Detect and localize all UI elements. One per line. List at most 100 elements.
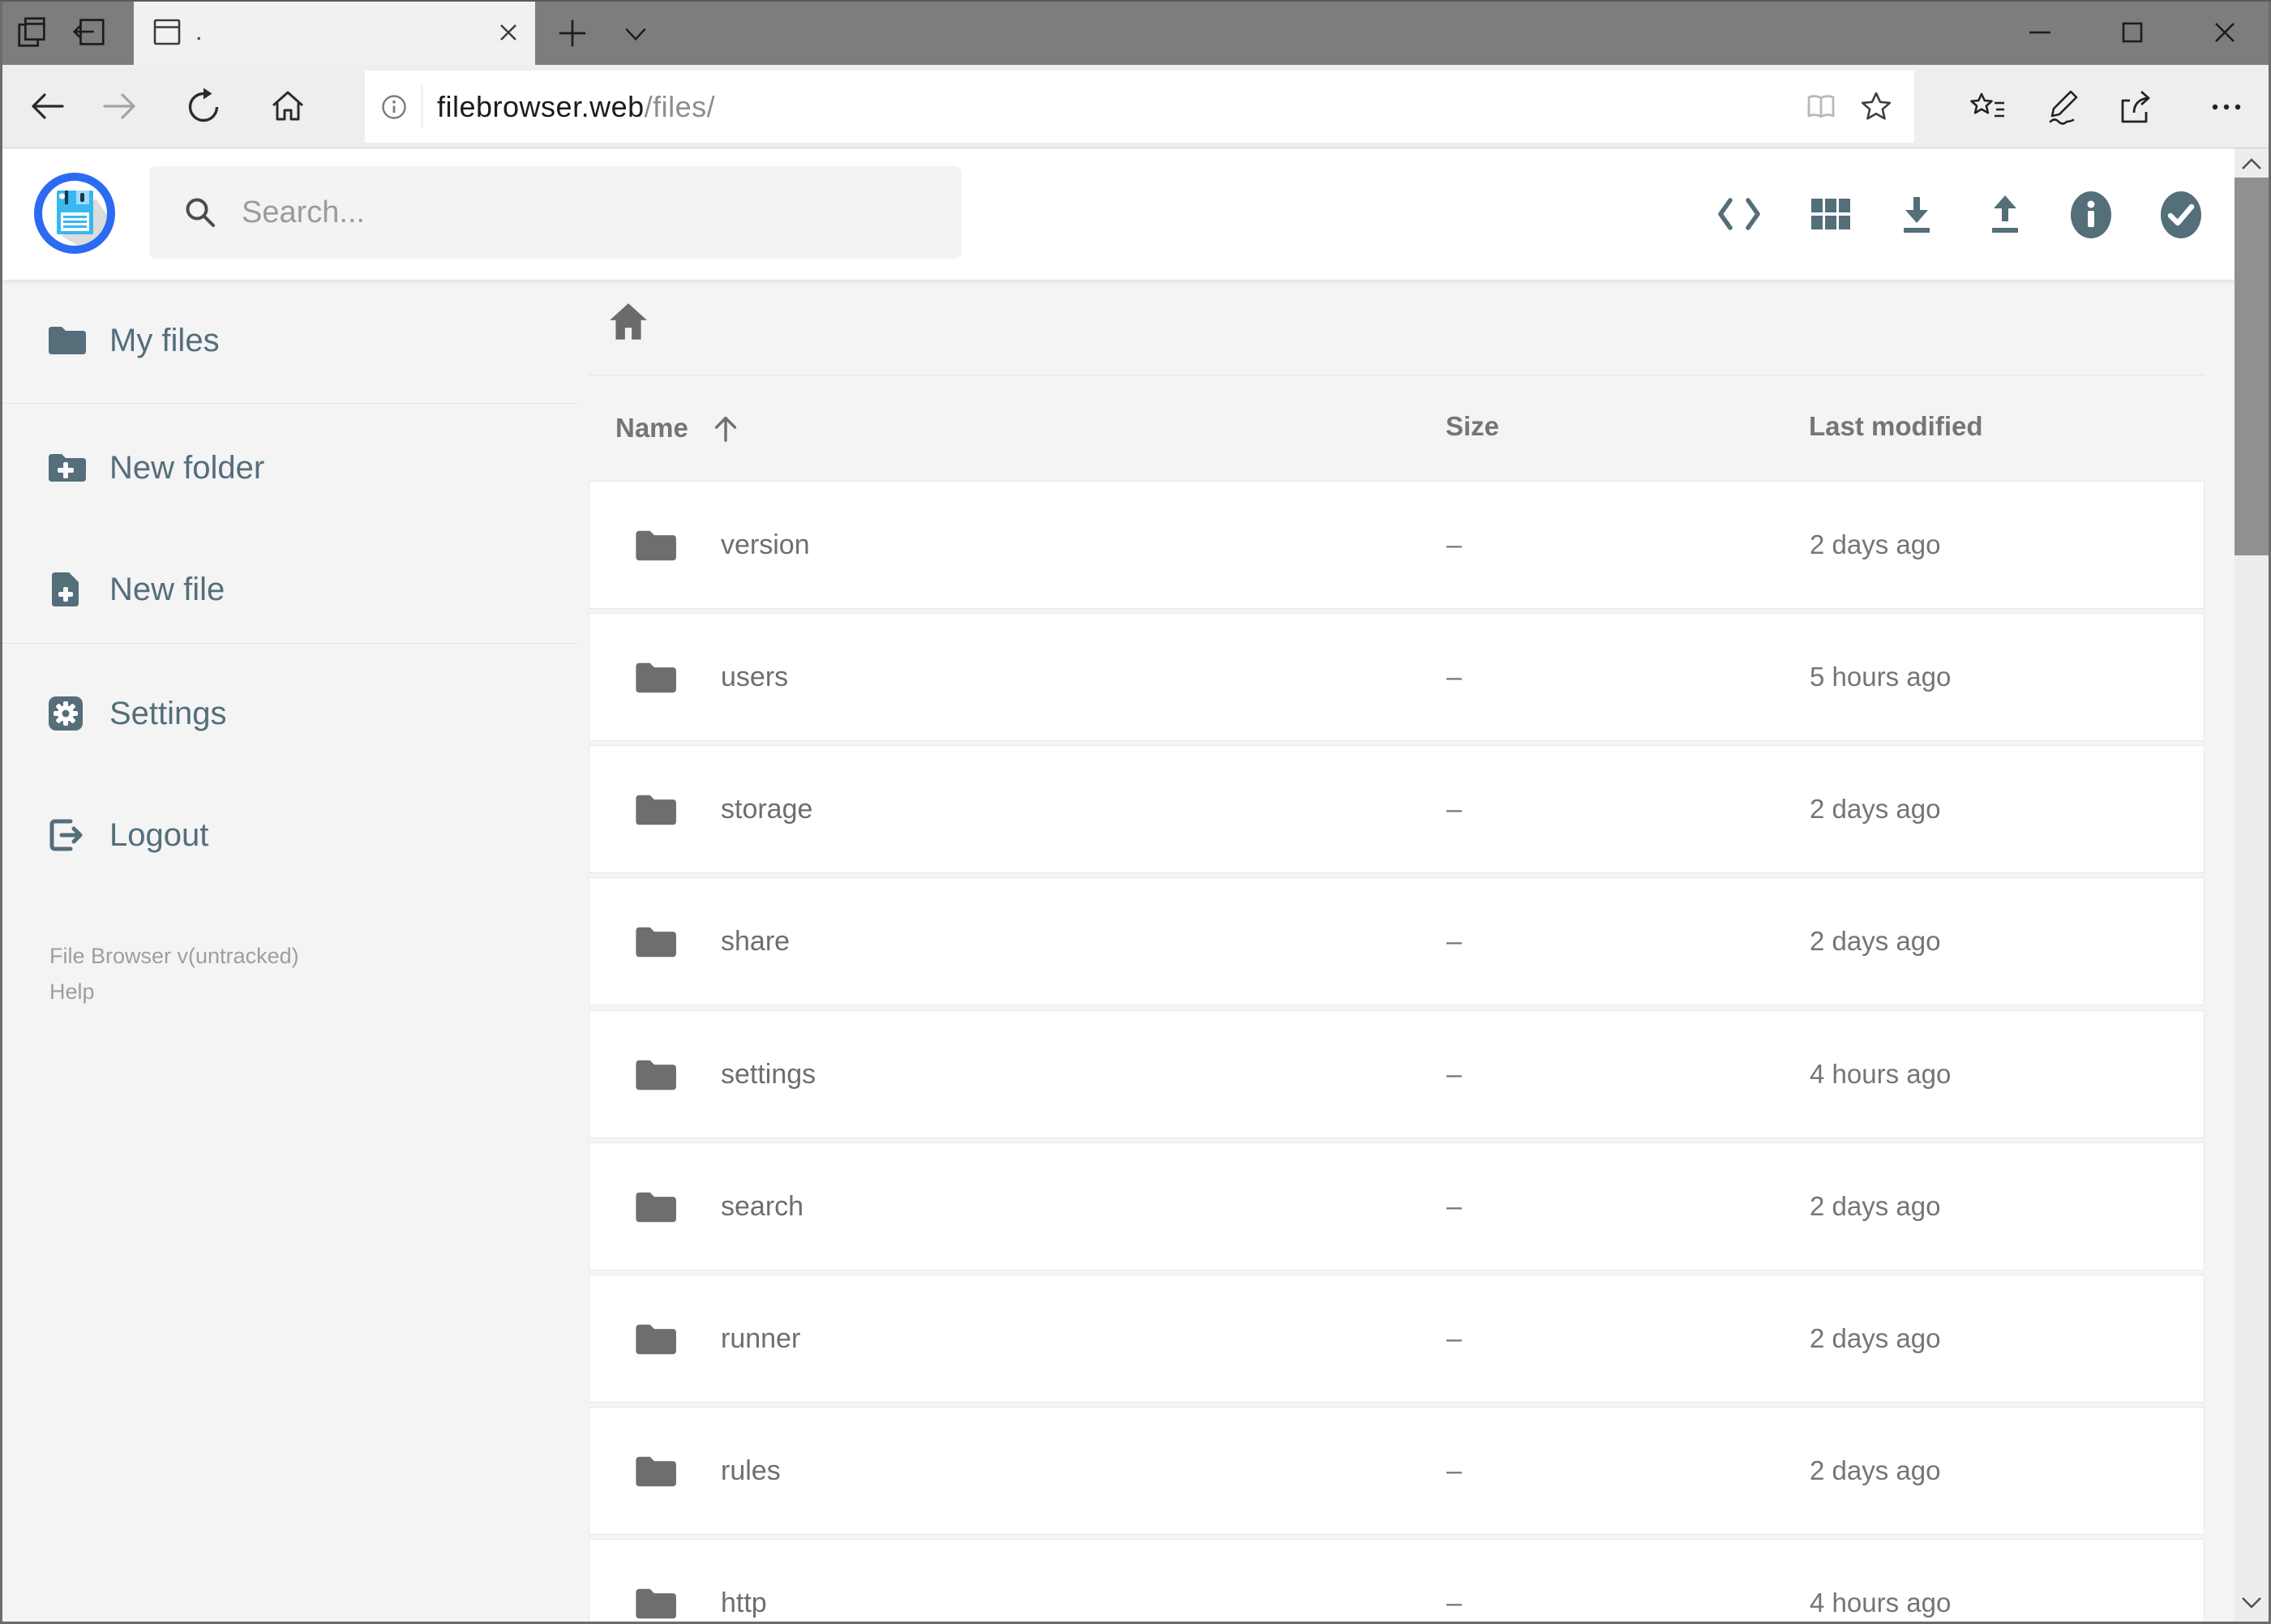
column-header-name[interactable]: Name [615,411,742,445]
minimize-icon [2029,31,2050,34]
new-tab-plus-icon [559,19,586,47]
sidebar-item-new-folder[interactable]: New folder [2,423,578,512]
show-tab-previews-button[interactable] [618,18,653,50]
file-name: storage [721,793,813,825]
page-scrollbar[interactable] [2235,148,2269,1622]
file-modified: 4 hours ago [1810,1059,1952,1089]
app-header [2,148,2269,280]
file-row-rules[interactable]: rules – 2 days ago [589,1407,2205,1535]
favorites-hub-button[interactable] [1968,88,2005,125]
file-row-settings[interactable]: settings – 4 hours ago [589,1010,2205,1138]
favorite-star-icon[interactable] [1859,90,1893,124]
settings-more-button[interactable] [2207,88,2244,125]
scroll-up-button[interactable] [2235,150,2269,179]
column-header-size[interactable]: Size [1446,411,1499,442]
file-row-users[interactable]: users – 5 hours ago [589,613,2205,741]
back-button[interactable] [28,88,66,125]
refresh-button[interactable] [185,88,222,125]
browser-tab[interactable]: . [134,0,535,65]
tabs-aside-button[interactable] [70,13,109,52]
select-multiple-button[interactable] [2157,189,2205,241]
page-icon [153,19,181,45]
scrollbar-thumb[interactable] [2235,178,2269,555]
sidebar-item-label: My files [109,322,220,358]
help-link[interactable]: Help [49,974,299,1009]
file-row-http[interactable]: http – 4 hours ago [589,1539,2205,1622]
search-bar[interactable] [149,166,962,259]
breadcrumb-home-icon[interactable] [606,300,650,344]
tab-preview-button[interactable] [13,13,52,52]
reading-view-icon[interactable] [1804,90,1838,124]
search-icon [186,198,215,227]
maximize-button[interactable] [2086,0,2179,65]
upload-icon [1992,195,2018,233]
folder-icon [49,327,86,354]
download-button[interactable] [1893,189,1940,241]
browser-home-button[interactable] [269,88,306,125]
close-icon [2215,23,2235,42]
switch-view-button[interactable] [1806,189,1853,241]
file-row-runner[interactable]: runner – 2 days ago [589,1275,2205,1403]
sidebar-item-label: Settings [109,695,227,731]
file-modified: 2 days ago [1810,1323,1941,1353]
sidebar-item-my-files[interactable]: My files [2,296,578,385]
close-window-button[interactable] [2179,0,2271,65]
column-header-modified[interactable]: Last modified [1809,411,1983,442]
close-tab-icon[interactable] [496,20,521,45]
site-info-icon[interactable] [379,92,409,122]
new-tab-button[interactable] [554,15,591,52]
url-path: /files/ [644,89,716,123]
file-name: settings [721,1058,816,1090]
minimize-button[interactable] [1994,0,2086,65]
upload-button[interactable] [1982,189,2029,241]
raw-view-button[interactable] [1716,189,1763,241]
share-button[interactable] [2115,88,2153,125]
sidebar-divider [2,643,578,644]
file-size: – [1446,925,1462,957]
folder-plus-icon [49,454,86,482]
file-size: – [1446,1058,1462,1090]
file-size: – [1446,793,1462,825]
file-name: version [721,529,810,560]
web-note-pen-icon [2049,90,2078,125]
sort-ascending-icon [714,416,737,442]
sidebar-item-logout[interactable]: Logout [2,791,578,880]
window-border-left [0,0,2,1624]
scroll-down-button[interactable] [2235,1588,2269,1617]
sidebar: My files New folder New file Settings Lo… [2,280,578,1622]
sidebar-item-new-file[interactable]: New file [2,545,578,634]
forward-icon [103,93,135,119]
select-check-icon [2161,191,2201,238]
file-row-search[interactable]: search – 2 days ago [589,1142,2205,1270]
sidebar-item-settings[interactable]: Settings [2,669,578,758]
back-icon [32,93,64,119]
file-plus-icon [52,572,79,606]
file-name: runner [721,1322,801,1354]
url-box[interactable]: filebrowser.web/files/ [365,71,1914,143]
chevron-down-icon [2242,1597,2261,1609]
file-size: – [1446,661,1462,692]
url-host: filebrowser.web [437,89,645,123]
search-input[interactable] [242,195,962,230]
file-modified: 2 days ago [1810,794,1941,824]
logout-icon [49,819,83,851]
file-modified: 2 days ago [1810,1191,1941,1221]
folder-icon [636,1588,676,1619]
folder-icon [636,795,676,825]
forward-button[interactable] [101,88,139,125]
sidebar-item-label: New file [109,571,225,607]
file-row-share[interactable]: share – 2 days ago [589,877,2205,1005]
filebrowser-logo-icon [34,173,115,254]
sidebar-footer: File Browser v(untracked) Help [49,938,299,1009]
file-row-version[interactable]: version – 2 days ago [589,481,2205,609]
info-button[interactable] [2067,189,2115,241]
tab-preview-chevron-icon [625,28,646,41]
web-note-button[interactable] [2042,88,2080,125]
file-modified: 2 days ago [1810,1455,1941,1485]
file-modified: 2 days ago [1810,529,1941,559]
grid-view-icon [1811,199,1850,229]
file-size: – [1446,529,1462,560]
folder-icon [636,1324,676,1355]
content-area: My files New folder New file Settings Lo… [2,280,2269,1622]
file-row-storage[interactable]: storage – 2 days ago [589,745,2205,873]
